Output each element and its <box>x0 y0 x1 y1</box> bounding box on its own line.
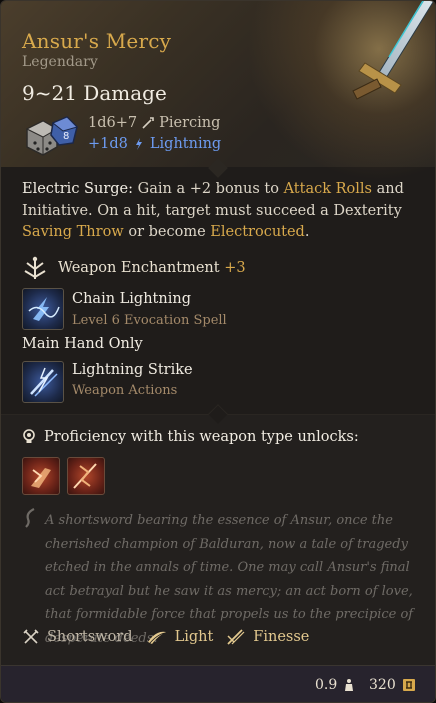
lightning-strike-icon[interactable] <box>22 361 64 403</box>
damage-type: Piercing <box>159 115 221 131</box>
shortsword-icon <box>23 629 39 644</box>
description-text: Gain a +2 bonus to <box>133 181 284 197</box>
enchantment-value: +3 <box>224 260 246 276</box>
tooltip-header: Ansur's Mercy Legendary 9~21 Damage 8 1d… <box>1 1 435 181</box>
item-tooltip: Ansur's Mercy Legendary 9~21 Damage 8 1d… <box>0 0 436 703</box>
item-name: Ansur's Mercy <box>22 29 172 53</box>
item-rarity: Legendary <box>22 54 98 70</box>
chain-lightning-icon[interactable] <box>22 288 64 330</box>
weapon-action-2-icon[interactable] <box>67 457 105 495</box>
damage-line-base: 1d6+7 Piercing <box>88 115 220 131</box>
property-finesse[interactable]: Finesse <box>226 628 309 646</box>
description-text: or become <box>123 224 211 240</box>
weight-icon <box>345 679 354 691</box>
property-label: Finesse <box>253 629 310 645</box>
gold-value: 320 <box>369 677 396 693</box>
weight-value: 0.9 <box>315 677 338 693</box>
finesse-icon <box>227 629 245 645</box>
description-text: . <box>304 224 310 240</box>
property-light[interactable]: Light <box>146 628 214 646</box>
proficiency-label: Proficiency with this weapon type unlock… <box>44 429 359 445</box>
sword-artwork-icon <box>352 1 435 100</box>
item-description: Electric Surge: Gain a +2 bonus to Attac… <box>22 179 422 244</box>
property-label: Shortsword <box>47 629 133 645</box>
proficiency-header: Proficiency with this weapon type unlock… <box>22 429 359 445</box>
enchantment-label: Weapon Enchantment <box>58 260 220 276</box>
lore-quill-icon <box>25 508 35 528</box>
weapon-properties: Shortsword Light Finesse <box>22 628 322 646</box>
property-label: Light <box>174 629 214 645</box>
damage-range: 9~21 Damage <box>22 81 167 105</box>
damage-type: Lightning <box>149 136 222 152</box>
light-icon <box>147 631 166 644</box>
damage-line-lightning: +1d8 Lightning <box>88 136 221 152</box>
main-hand-only-label: Main Hand Only <box>22 336 143 352</box>
lightbulb-icon <box>23 429 35 443</box>
spell-name[interactable]: Chain Lightning <box>72 291 191 307</box>
gold-coin-icon <box>402 679 415 691</box>
dice-icon: 8 <box>25 116 78 156</box>
spell-subtitle: Level 6 Evocation Spell <box>72 313 227 328</box>
enchantment-icon <box>24 256 46 279</box>
weapon-action-1-icon[interactable] <box>22 457 60 495</box>
piercing-icon <box>142 117 154 129</box>
spell-name[interactable]: Lightning Strike <box>72 362 193 378</box>
description-label: Electric Surge: <box>22 181 134 197</box>
weapon-enchantment: Weapon Enchantment +3 <box>22 255 246 281</box>
lightning-icon <box>135 138 142 150</box>
damage-dice: 1d6+7 <box>88 115 138 131</box>
item-value: 320 <box>369 677 416 693</box>
item-weight: 0.9 <box>315 677 355 693</box>
damage-dice: +1d8 <box>88 136 128 152</box>
attack-rolls-link[interactable]: Attack Rolls <box>284 181 372 197</box>
svg-text:8: 8 <box>63 131 69 142</box>
spell-subtitle: Weapon Actions <box>72 383 178 398</box>
electrocuted-link[interactable]: Electrocuted <box>210 224 305 240</box>
property-shortsword[interactable]: Shortsword <box>22 628 133 646</box>
saving-throw-link[interactable]: Saving Throw <box>22 224 124 240</box>
